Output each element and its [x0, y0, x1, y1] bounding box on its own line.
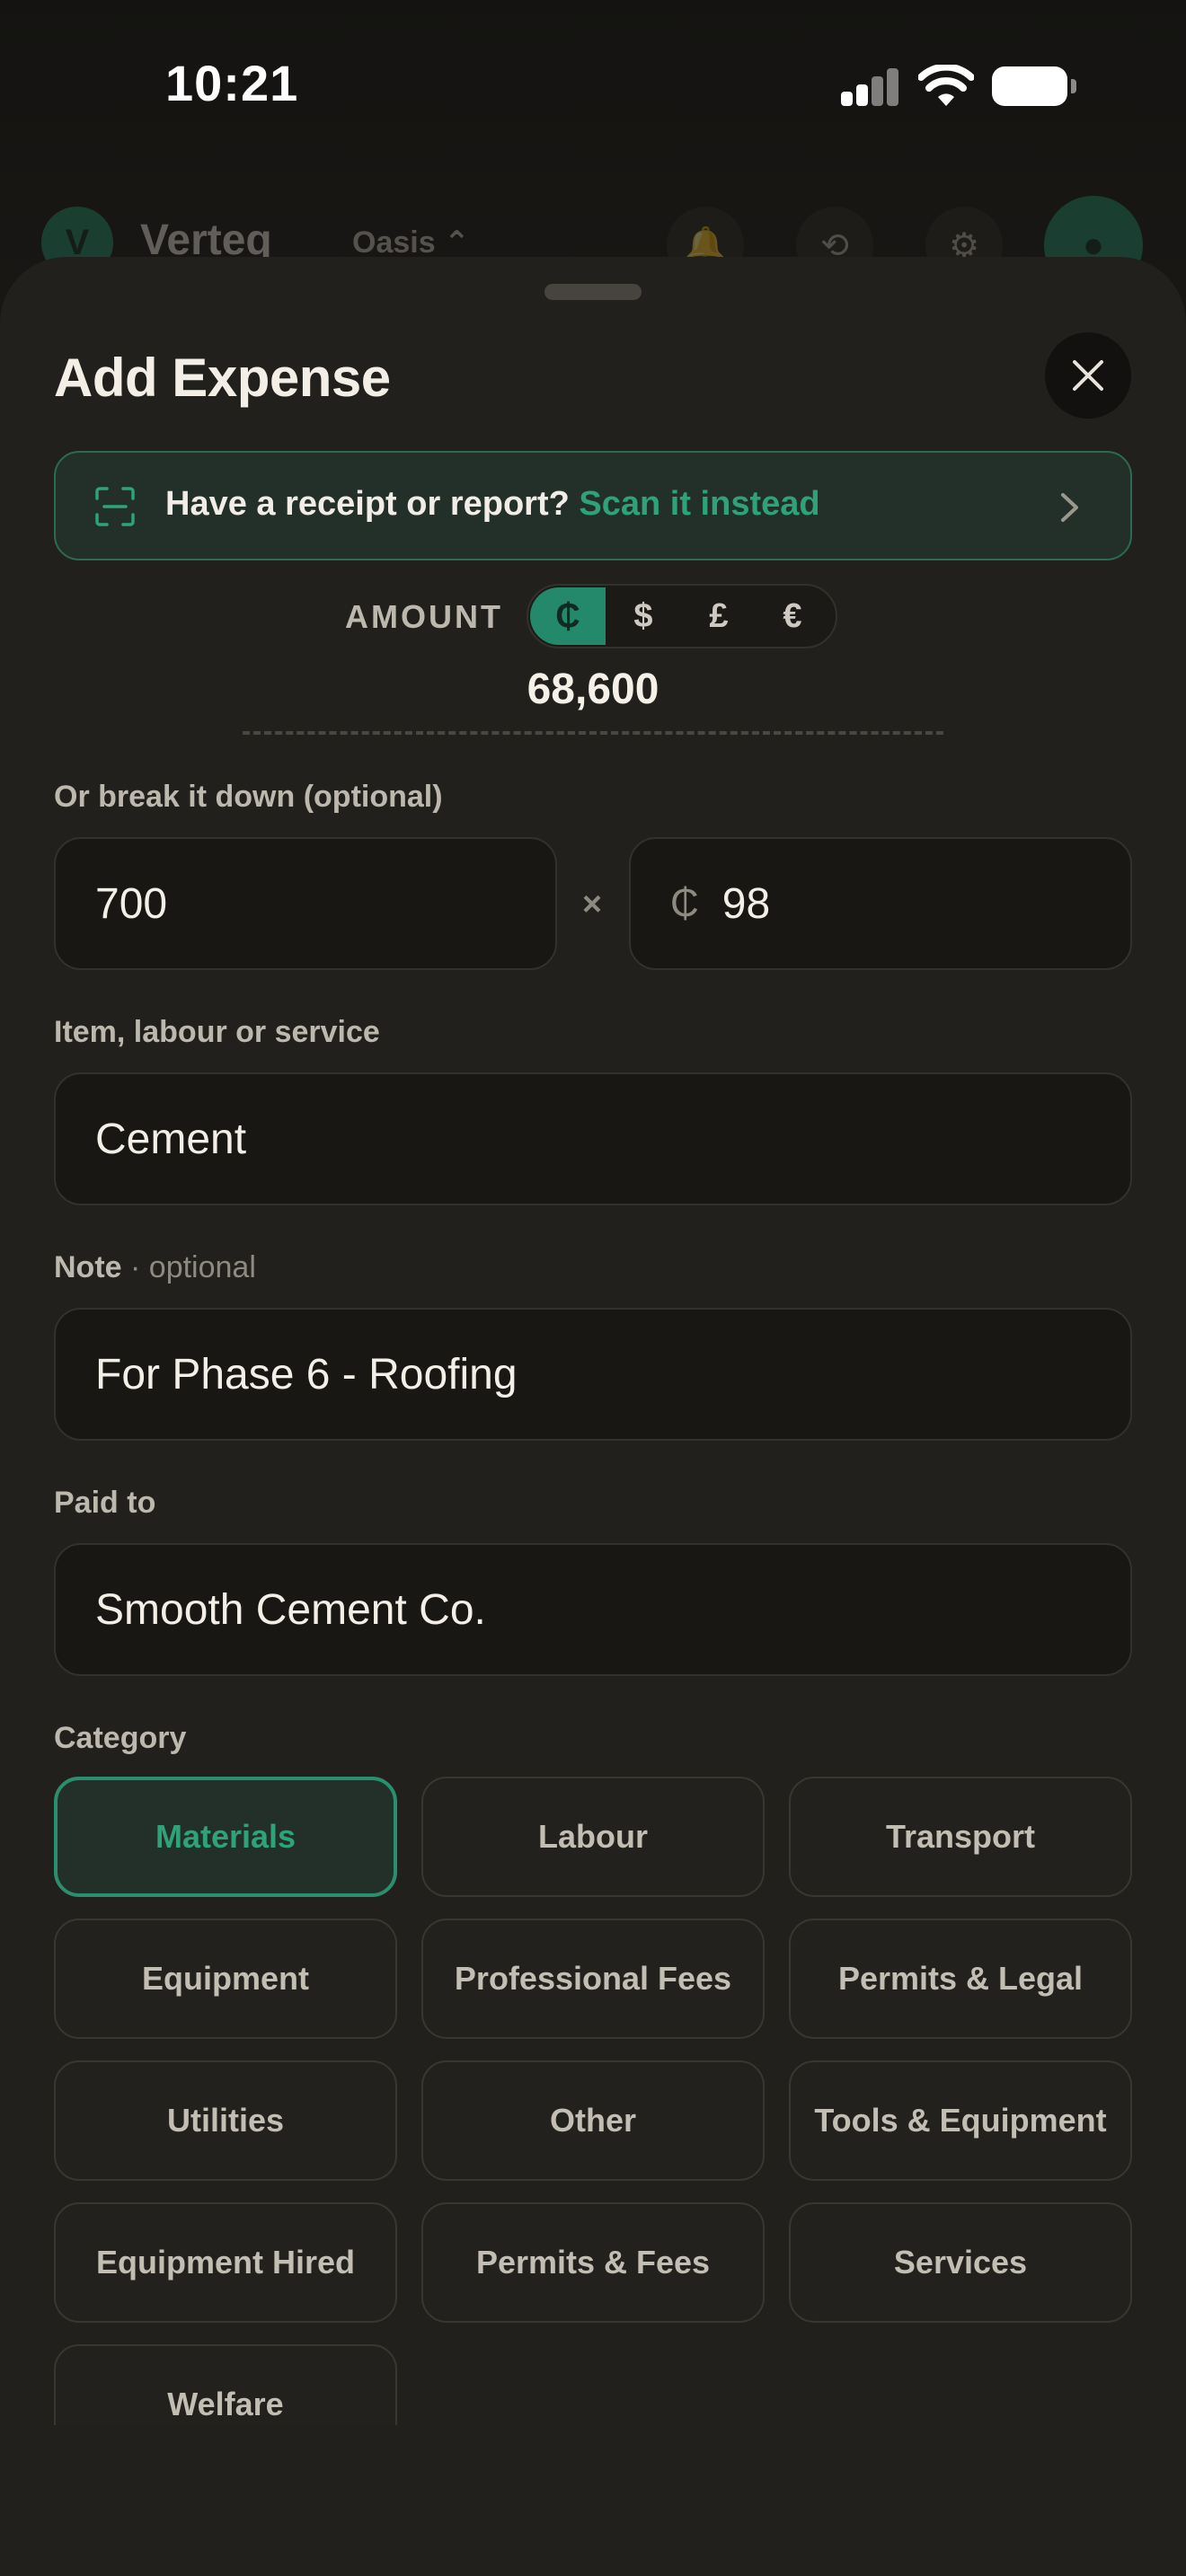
unit-price-field[interactable]: ₵ 98	[629, 837, 1132, 970]
note-label: Note · optional	[54, 1250, 256, 1285]
item-value: Cement	[95, 1115, 247, 1163]
scan-receipt-banner[interactable]: Have a receipt or report? Scan it instea…	[54, 451, 1132, 560]
close-button[interactable]	[1045, 332, 1131, 419]
cellular-signal-icon	[841, 68, 900, 106]
unit-price-value: 98	[721, 879, 771, 928]
currency-option-cedi[interactable]: ₵	[530, 587, 606, 645]
category-chip-tools-equipment[interactable]: Tools & Equipment	[789, 2060, 1132, 2181]
close-icon	[1073, 360, 1103, 391]
sheet-title: Add Expense	[54, 348, 391, 408]
note-value: For Phase 6 - Roofing	[95, 1350, 518, 1398]
category-chip-labour[interactable]: Labour	[421, 1777, 765, 1897]
quantity-value: 700	[95, 879, 168, 928]
battery-icon	[992, 66, 1076, 106]
sheet-bottom-fade	[0, 2425, 1186, 2576]
amount-value[interactable]: 68,600	[0, 665, 1186, 714]
sheet-grabber[interactable]	[544, 284, 642, 300]
amount-underline	[243, 731, 943, 735]
category-chip-materials[interactable]: Materials	[54, 1777, 397, 1897]
status-bar: 10:21	[0, 0, 1186, 180]
paid-to-field[interactable]: Smooth Cement Co.	[54, 1543, 1132, 1676]
note-label-text: Note	[54, 1250, 122, 1284]
scan-prompt: Have a receipt or report?	[165, 485, 570, 523]
unit-currency-prefix: ₵	[670, 881, 699, 925]
amount-label: AMOUNT	[345, 598, 503, 635]
category-chip-permits-legal[interactable]: Permits & Legal	[789, 1919, 1132, 2039]
wifi-icon	[918, 65, 974, 106]
category-chip-equipment-hired[interactable]: Equipment Hired	[54, 2202, 397, 2323]
paid-to-label: Paid to	[54, 1486, 156, 1520]
item-label: Item, labour or service	[54, 1015, 380, 1049]
status-time: 10:21	[165, 55, 299, 111]
scan-text: Have a receipt or report? Scan it instea…	[165, 485, 820, 524]
category-chip-equipment[interactable]: Equipment	[54, 1919, 397, 2039]
category-label: Category	[54, 1721, 187, 1755]
category-chip-other[interactable]: Other	[421, 2060, 765, 2181]
currency-selector: ₵ $ £ €	[527, 584, 837, 648]
category-chip-services[interactable]: Services	[789, 2202, 1132, 2323]
currency-option-dollar[interactable]: $	[606, 587, 681, 645]
item-field[interactable]: Cement	[54, 1072, 1132, 1205]
scan-icon	[95, 487, 135, 526]
chevron-right-icon	[1061, 493, 1078, 522]
add-expense-sheet: Add Expense Have a receipt or report? Sc…	[0, 257, 1186, 2576]
project-switcher[interactable]: Oasis ⌃	[352, 225, 470, 260]
multiply-symbol: ×	[581, 886, 603, 923]
quantity-field[interactable]: 700	[54, 837, 557, 970]
scan-link[interactable]: Scan it instead	[579, 485, 819, 523]
note-optional-hint: · optional	[130, 1250, 256, 1284]
category-chip-professional-fees[interactable]: Professional Fees	[421, 1919, 765, 2039]
category-chip-transport[interactable]: Transport	[789, 1777, 1132, 1897]
currency-option-pound[interactable]: £	[681, 587, 757, 645]
breakdown-label: Or break it down (optional)	[54, 780, 443, 814]
note-field[interactable]: For Phase 6 - Roofing	[54, 1308, 1132, 1441]
paid-to-value: Smooth Cement Co.	[95, 1585, 486, 1634]
category-chip-permits-fees[interactable]: Permits & Fees	[421, 2202, 765, 2323]
currency-option-euro[interactable]: €	[755, 587, 830, 645]
category-chip-utilities[interactable]: Utilities	[54, 2060, 397, 2181]
